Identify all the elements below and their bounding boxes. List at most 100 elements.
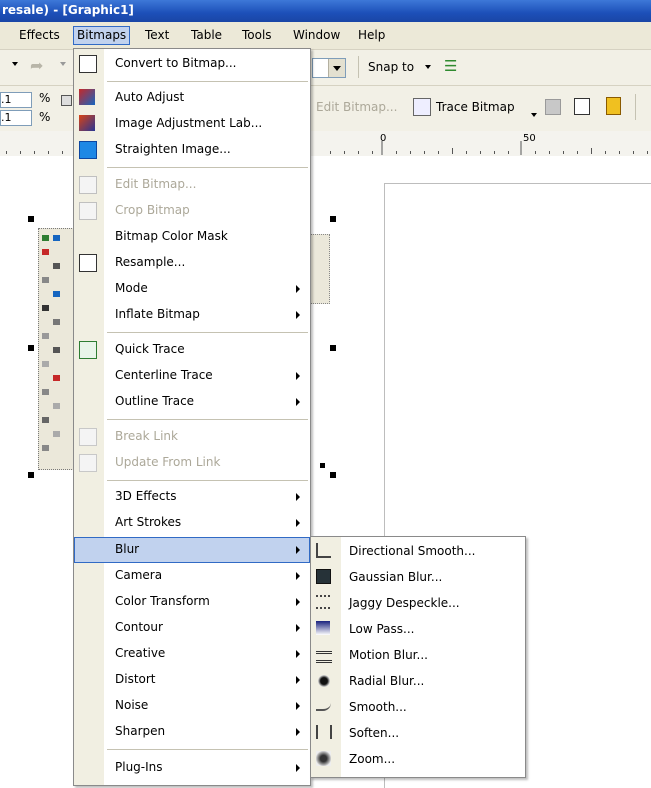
toolbar-divider (358, 56, 359, 78)
menu-item-bitmap-color-mask[interactable]: Bitmap Color Mask (74, 224, 310, 250)
menu-item-break-link[interactable]: Break Link (74, 424, 310, 450)
selection-handle[interactable] (28, 472, 34, 478)
menu-item-plug-ins[interactable]: Plug-Ins (74, 755, 310, 781)
chevron-down-icon[interactable] (12, 62, 18, 66)
menu-bitmaps[interactable]: Bitmaps (73, 26, 131, 45)
edit-bitmap-icon (79, 176, 97, 194)
bitmap-toolbox-image (38, 228, 76, 470)
submenu-arrow-icon (296, 702, 300, 710)
menu-item-edit-bitmap[interactable]: Edit Bitmap... (74, 172, 310, 198)
edit-bitmap-button[interactable]: Edit Bitmap... (316, 100, 397, 114)
menu-item-noise[interactable]: Noise (74, 693, 310, 719)
motion-blur-icon (316, 651, 332, 663)
menu-table[interactable]: Table (188, 27, 225, 44)
menu-separator (107, 332, 308, 333)
menu-item-outline-trace[interactable]: Outline Trace (74, 389, 310, 415)
toolbar-divider (635, 94, 636, 120)
snap-to-button[interactable]: Snap to (368, 60, 414, 74)
menu-item-color-transform[interactable]: Color Transform (74, 589, 310, 615)
zoom-select[interactable] (312, 58, 346, 78)
menu-item-gaussian-blur[interactable]: Gaussian Blur... (311, 565, 525, 591)
menu-separator (107, 749, 308, 750)
submenu-arrow-icon (296, 372, 300, 380)
submenu-arrow-icon (296, 676, 300, 684)
submenu-arrow-icon (296, 285, 300, 293)
menu-text[interactable]: Text (142, 27, 172, 44)
resample-toolbar-icon[interactable] (545, 99, 561, 115)
submenu-arrow-icon (296, 546, 300, 554)
menu-item-art-strokes[interactable]: Art Strokes (74, 510, 310, 536)
snap-options-icon[interactable]: ☰ (444, 57, 457, 75)
selection-handle[interactable] (28, 345, 34, 351)
update-link-icon (79, 454, 97, 472)
menu-separator (107, 81, 308, 82)
menu-item-soften[interactable]: Soften... (311, 721, 525, 747)
scale-x-field[interactable]: .1 (0, 92, 32, 108)
lock-ratio-icon[interactable] (61, 95, 72, 106)
image-adjustment-lab-icon (79, 115, 95, 131)
submenu-arrow-icon (296, 519, 300, 527)
menu-item-sharpen[interactable]: Sharpen (74, 719, 310, 745)
zoom-blur-icon (316, 751, 331, 766)
menu-item-crop-bitmap[interactable]: Crop Bitmap (74, 198, 310, 224)
redo-dropdown-icon[interactable] (60, 62, 66, 66)
menu-item-quick-trace[interactable]: Quick Trace (74, 337, 310, 363)
menu-item-resample[interactable]: Resample... (74, 250, 310, 276)
menu-item-auto-adjust[interactable]: Auto Adjust (74, 85, 310, 111)
menu-item-jaggy-despeckle[interactable]: Jaggy Despeckle... (311, 591, 525, 617)
bitmap-mask-icon[interactable] (574, 98, 590, 115)
menu-item-contour[interactable]: Contour (74, 615, 310, 641)
menu-item-low-pass[interactable]: Low Pass... (311, 617, 525, 643)
menu-item-centerline-trace[interactable]: Centerline Trace (74, 363, 310, 389)
redo-icon[interactable]: ➦ (30, 56, 43, 75)
menu-item-camera[interactable]: Camera (74, 563, 310, 589)
menu-item-inflate-bitmap[interactable]: Inflate Bitmap (74, 302, 310, 328)
menu-item-distort[interactable]: Distort (74, 667, 310, 693)
selection-handle[interactable] (28, 216, 34, 222)
selection-handle[interactable] (330, 216, 336, 222)
chevron-down-icon[interactable] (425, 65, 431, 69)
menu-item-zoom[interactable]: Zoom... (311, 747, 525, 773)
selection-handle[interactable] (320, 463, 325, 468)
menu-window[interactable]: Window (290, 27, 343, 44)
bitmap-edit-icon[interactable] (606, 97, 621, 115)
menu-item-update-from-link[interactable]: Update From Link (74, 450, 310, 476)
selection-handle[interactable] (330, 472, 336, 478)
menu-item-image-adjustment-lab[interactable]: Image Adjustment Lab... (74, 111, 310, 137)
zoom-dropdown-button[interactable] (328, 59, 345, 77)
menu-item-motion-blur[interactable]: Motion Blur... (311, 643, 525, 669)
percent-label: % (39, 91, 51, 105)
resample-icon (79, 254, 97, 272)
menu-item-directional-smooth[interactable]: Directional Smooth... (311, 539, 525, 565)
menu-bar: Effects Bitmaps Text Table Tools Window … (0, 22, 651, 50)
submenu-arrow-icon (296, 598, 300, 606)
menu-item-blur[interactable]: Blur (74, 537, 310, 563)
straighten-image-icon (79, 141, 97, 159)
menu-separator (107, 167, 308, 168)
menu-separator (107, 480, 308, 481)
scale-y-field[interactable]: .1 (0, 110, 32, 126)
crop-bitmap-icon (79, 202, 97, 220)
menu-help[interactable]: Help (355, 27, 388, 44)
menu-tools[interactable]: Tools (239, 27, 275, 44)
menu-effects[interactable]: Effects (16, 27, 63, 44)
menu-item-smooth[interactable]: Smooth... (311, 695, 525, 721)
submenu-arrow-icon (296, 650, 300, 658)
submenu-arrow-icon (296, 624, 300, 632)
menu-item-straighten-image[interactable]: Straighten Image... (74, 137, 310, 163)
chevron-down-icon[interactable] (531, 113, 537, 117)
menu-item-convert-to-bitmap[interactable]: Convert to Bitmap... (74, 51, 310, 77)
break-link-icon (79, 428, 97, 446)
ruler-label-0: 0 (380, 133, 387, 144)
smooth-icon (316, 699, 331, 711)
menu-item-creative[interactable]: Creative (74, 641, 310, 667)
trace-bitmap-button[interactable]: Trace Bitmap (436, 100, 515, 114)
soften-icon (316, 725, 332, 739)
selection-handle[interactable] (330, 345, 336, 351)
submenu-arrow-icon (296, 398, 300, 406)
menu-item-3d-effects[interactable]: 3D Effects (74, 484, 310, 510)
menu-item-radial-blur[interactable]: Radial Blur... (311, 669, 525, 695)
gaussian-blur-icon (316, 569, 331, 584)
menu-item-mode[interactable]: Mode (74, 276, 310, 302)
convert-bitmap-icon (79, 55, 97, 73)
